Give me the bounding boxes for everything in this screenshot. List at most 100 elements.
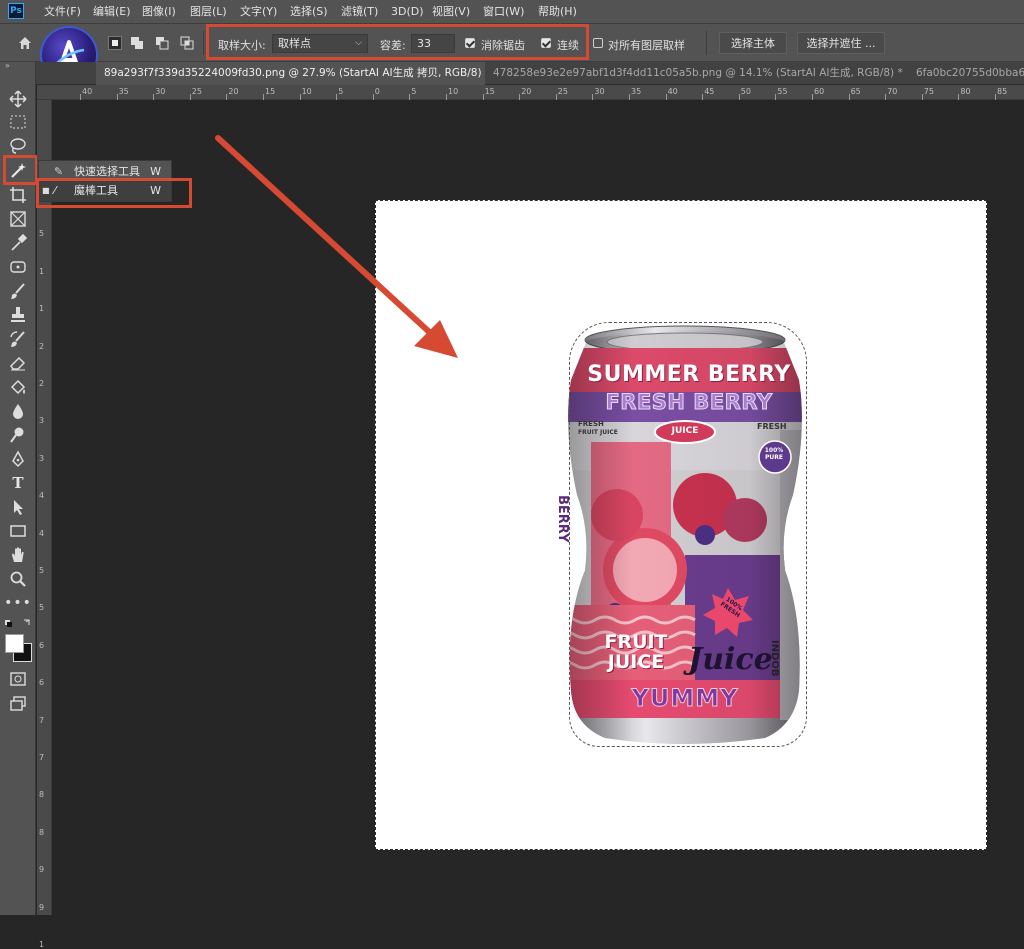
ruler-tick-label: 20: [228, 87, 239, 96]
menu-window[interactable]: 窗口(W): [483, 0, 524, 23]
menu-layer[interactable]: 图层(L): [190, 0, 227, 23]
tab-title: 89a293f7f339d35224009fd30.png @ 27.9% (S…: [104, 67, 485, 79]
tab-document-1[interactable]: 89a293f7f339d35224009fd30.png @ 27.9% (S…: [96, 62, 485, 85]
home-icon[interactable]: [17, 35, 33, 51]
ruler-tick-label: 30: [594, 87, 605, 96]
ruler-tick-label: 9: [39, 865, 45, 875]
type-tool-icon[interactable]: T: [8, 473, 28, 493]
swap-colors-icon[interactable]: [4, 617, 34, 631]
flyout-shortcut: W: [150, 184, 161, 197]
ruler-tick: [153, 94, 155, 100]
ruler-tick: [629, 94, 630, 100]
ruler-tick-label: 40: [667, 87, 678, 96]
can-side-berry: BERRY: [555, 495, 570, 543]
ruler-tick-label: 65: [850, 87, 861, 96]
ruler-tick-label: 3: [39, 416, 45, 426]
ruler-tick: [775, 94, 777, 100]
can-tag-fresh-right: FRESH: [757, 422, 787, 431]
ruler-tick-label: 5: [338, 87, 344, 96]
options-divider: [203, 31, 204, 55]
rectangle-tool-icon[interactable]: [8, 521, 28, 541]
ruler-tick-label: 3: [39, 453, 45, 463]
quick-mask-icon[interactable]: [8, 669, 28, 689]
sample-all-layers-checkbox[interactable]: [593, 38, 603, 48]
menu-edit[interactable]: 编辑(E): [93, 0, 131, 23]
tolerance-label: 容差:: [380, 39, 406, 52]
menu-help[interactable]: 帮助(H): [538, 0, 577, 23]
marquee-tool-icon[interactable]: [8, 112, 28, 132]
zoom-tool-icon[interactable]: [8, 569, 28, 589]
crop-tool-icon[interactable]: [8, 185, 28, 205]
frame-tool-icon[interactable]: [8, 209, 28, 229]
eyedropper-tool-icon[interactable]: [8, 233, 28, 253]
history-brush-tool-icon[interactable]: [8, 329, 28, 349]
options-divider: [706, 31, 707, 55]
ruler-tick: [812, 94, 813, 100]
ruler-tick: [446, 94, 447, 100]
chevron-down-icon: ⌵: [355, 38, 362, 48]
collapse-panel-icon[interactable]: »: [5, 61, 10, 70]
sample-size-select[interactable]: 取样点 ⌵: [272, 34, 368, 53]
ruler-tick-label: 70: [887, 87, 898, 96]
menu-type[interactable]: 文字(Y): [240, 0, 277, 23]
can-badge-juice: JUICE: [671, 426, 699, 436]
contiguous-checkbox[interactable]: [541, 38, 551, 48]
tab-document-2[interactable]: 478258e93e2e97abf1d3f4dd11c05a5b.png @ 1…: [485, 62, 905, 85]
select-subject-button[interactable]: 选择主体: [719, 32, 787, 54]
subtract-selection-mode-icon[interactable]: [155, 36, 169, 50]
ruler-tick-label: 6: [39, 640, 45, 650]
menu-view[interactable]: 视图(V): [432, 0, 470, 23]
sample-size-value: 取样点: [278, 37, 311, 50]
can-pure-badge: 100% PURE: [764, 447, 784, 461]
ruler-tick-label: 40: [82, 87, 93, 96]
screen-mode-icon[interactable]: [8, 693, 28, 713]
dodge-tool-icon[interactable]: [8, 425, 28, 445]
hand-tool-icon[interactable]: [8, 545, 28, 565]
new-selection-mode-icon[interactable]: [108, 36, 122, 50]
lasso-tool-icon[interactable]: [8, 136, 28, 156]
add-selection-mode-icon[interactable]: [130, 36, 144, 50]
menu-filter[interactable]: 滤镜(T): [341, 0, 378, 23]
blur-tool-icon[interactable]: [8, 401, 28, 421]
pen-tool-icon[interactable]: [8, 449, 28, 469]
menu-bar: Ps 文件(F) 编辑(E) 图像(I) 图层(L) 文字(Y) 选择(S) 滤…: [0, 0, 1024, 23]
stamp-tool-icon[interactable]: [8, 305, 28, 325]
contiguous-label: 连续: [557, 39, 579, 52]
more-tools-icon[interactable]: •••: [4, 593, 31, 613]
tolerance-input[interactable]: 33: [411, 34, 455, 53]
select-and-mask-button[interactable]: 选择并遮住 ...: [797, 32, 885, 54]
flyout-item-quick-selection[interactable]: ✎ 快速选择工具 W: [39, 162, 171, 182]
move-tool-icon[interactable]: [8, 89, 28, 109]
ruler-tick: [555, 94, 557, 100]
magic-wand-tool-icon[interactable]: [8, 160, 28, 180]
foreground-color-swatch[interactable]: [5, 634, 24, 653]
tool-flyout-menu: ✎ 快速选择工具 W ■ ⁄ 魔棒工具 W: [38, 160, 172, 202]
healing-brush-tool-icon[interactable]: [8, 257, 28, 277]
flyout-item-label: 快速选择工具: [74, 165, 140, 178]
ruler-tick-label: 2: [39, 341, 45, 351]
path-selection-tool-icon[interactable]: [8, 497, 28, 517]
intersect-selection-mode-icon[interactable]: [180, 36, 194, 50]
eraser-tool-icon[interactable]: [8, 353, 28, 373]
sample-size-label: 取样大小:: [218, 39, 266, 52]
paint-bucket-tool-icon[interactable]: [8, 377, 28, 397]
menu-select[interactable]: 选择(S): [290, 0, 328, 23]
ruler-tick-label: 80: [960, 87, 971, 96]
menu-3d[interactable]: 3D(D): [391, 0, 424, 23]
ruler-tick: [80, 94, 81, 100]
brush-tool-icon[interactable]: [8, 281, 28, 301]
ruler-tick-label: 1: [39, 266, 45, 276]
antialias-checkbox[interactable]: [465, 38, 475, 48]
tab-title: 478258e93e2e97abf1d3f4dd11c05a5b.png @ 1…: [493, 67, 903, 79]
menu-image[interactable]: 图像(I): [142, 0, 176, 23]
photoshop-logo: Ps: [8, 3, 24, 19]
ruler-tick: [226, 94, 228, 100]
ruler-tick-label: 30: [155, 87, 166, 96]
antialias-label: 消除锯齿: [481, 39, 525, 52]
can-title-fresh-berry: FRESH BERRY: [605, 390, 773, 415]
flyout-item-magic-wand[interactable]: ■ ⁄ 魔棒工具 W: [39, 181, 171, 201]
tab-document-3[interactable]: 6fa0bc20755d0bba6f: [908, 62, 1024, 85]
vertical-ruler-labels: 051122334455667788991: [37, 100, 52, 949]
menu-file[interactable]: 文件(F): [44, 0, 81, 23]
ruler-tick-label: 2: [39, 379, 45, 388]
